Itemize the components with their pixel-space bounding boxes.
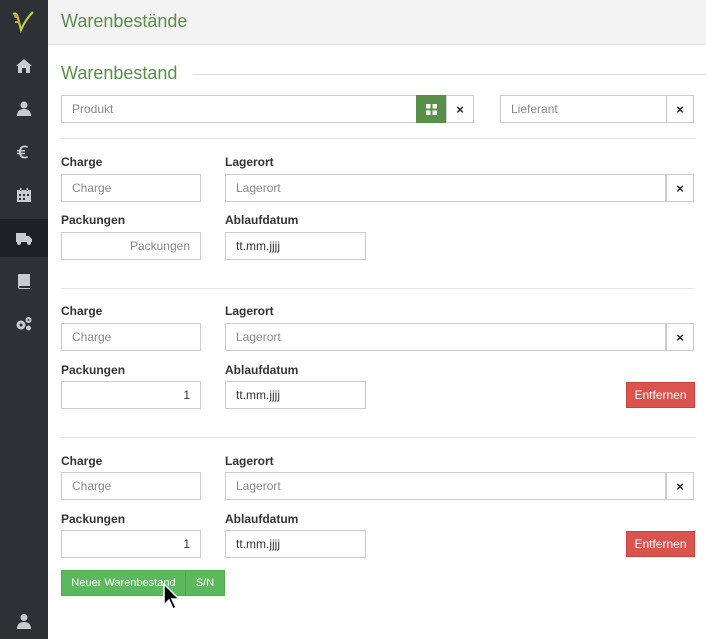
batch-label: Charge bbox=[61, 155, 103, 169]
entry-divider bbox=[61, 288, 695, 289]
expiry-date-input[interactable]: tt.mm.jjjj bbox=[225, 381, 366, 409]
location-clear-button[interactable]: × bbox=[666, 472, 694, 500]
supplier-clear-button[interactable]: × bbox=[666, 95, 694, 123]
location-input[interactable]: Lagerort bbox=[225, 472, 666, 500]
expiry-label: Ablaufdatum bbox=[225, 512, 299, 526]
top-bar: Warenbestände bbox=[48, 0, 706, 45]
close-icon: × bbox=[676, 180, 684, 196]
euro-icon bbox=[17, 145, 28, 159]
batch-input[interactable]: Charge bbox=[61, 323, 201, 351]
batch-input[interactable]: Charge bbox=[61, 472, 201, 500]
nav-stock[interactable] bbox=[0, 219, 48, 257]
location-clear-button[interactable]: × bbox=[666, 174, 694, 202]
location-label: Lagerort bbox=[225, 155, 274, 169]
nav-users[interactable] bbox=[0, 90, 48, 128]
page-title: Warenbestände bbox=[61, 11, 188, 31]
nav-home[interactable] bbox=[0, 47, 48, 85]
product-input[interactable]: Produkt bbox=[61, 95, 417, 123]
entry-divider bbox=[61, 437, 695, 438]
supplier-input[interactable]: Lieferant bbox=[500, 95, 667, 123]
close-icon: × bbox=[676, 329, 684, 345]
close-icon: × bbox=[456, 101, 464, 117]
product-grid-button[interactable] bbox=[416, 95, 446, 123]
packages-input[interactable]: 1 bbox=[61, 381, 201, 409]
nav-calendar[interactable] bbox=[0, 176, 48, 214]
close-icon: × bbox=[676, 101, 684, 117]
remove-button[interactable]: Entfernen bbox=[626, 382, 695, 408]
location-label: Lagerort bbox=[225, 304, 274, 318]
serial-number-button[interactable]: S/N bbox=[185, 570, 225, 596]
section-divider bbox=[193, 74, 706, 75]
expiry-label: Ablaufdatum bbox=[225, 213, 299, 227]
logo-icon bbox=[12, 11, 34, 34]
nav-finance[interactable] bbox=[0, 133, 48, 171]
packages-label: Packungen bbox=[61, 512, 126, 526]
grid-icon bbox=[425, 103, 437, 115]
remove-button[interactable]: Entfernen bbox=[626, 531, 695, 557]
expiry-date-input[interactable]: tt.mm.jjjj bbox=[225, 530, 366, 558]
section-title: Warenbestand bbox=[61, 63, 178, 83]
entry-divider bbox=[61, 138, 695, 139]
batch-label: Charge bbox=[61, 454, 103, 468]
nav-settings[interactable] bbox=[0, 305, 48, 343]
expiry-date-input[interactable]: tt.mm.jjjj bbox=[225, 232, 366, 260]
sidebar bbox=[0, 0, 48, 639]
mouse-cursor-icon bbox=[163, 583, 181, 611]
expiry-label: Ablaufdatum bbox=[225, 363, 299, 377]
settings-icon bbox=[16, 317, 32, 331]
calendar-icon bbox=[17, 188, 31, 202]
product-clear-button[interactable]: × bbox=[446, 95, 474, 123]
packages-label: Packungen bbox=[61, 213, 126, 227]
location-clear-button[interactable]: × bbox=[666, 323, 694, 351]
nav-book[interactable] bbox=[0, 262, 48, 300]
batch-input[interactable]: Charge bbox=[61, 174, 201, 202]
user-icon bbox=[17, 614, 31, 629]
packages-input[interactable]: 1 bbox=[61, 530, 201, 558]
users-icon bbox=[17, 101, 31, 116]
location-label: Lagerort bbox=[225, 454, 274, 468]
home-icon bbox=[16, 59, 32, 73]
location-input[interactable]: Lagerort bbox=[225, 323, 666, 351]
book-icon bbox=[18, 274, 30, 289]
packages-input[interactable]: Packungen bbox=[61, 232, 201, 260]
close-icon: × bbox=[676, 478, 684, 494]
nav-profile[interactable] bbox=[0, 602, 48, 640]
location-input[interactable]: Lagerort bbox=[225, 174, 666, 202]
batch-label: Charge bbox=[61, 304, 103, 318]
packages-label: Packungen bbox=[61, 363, 126, 377]
truck-icon bbox=[16, 233, 32, 245]
